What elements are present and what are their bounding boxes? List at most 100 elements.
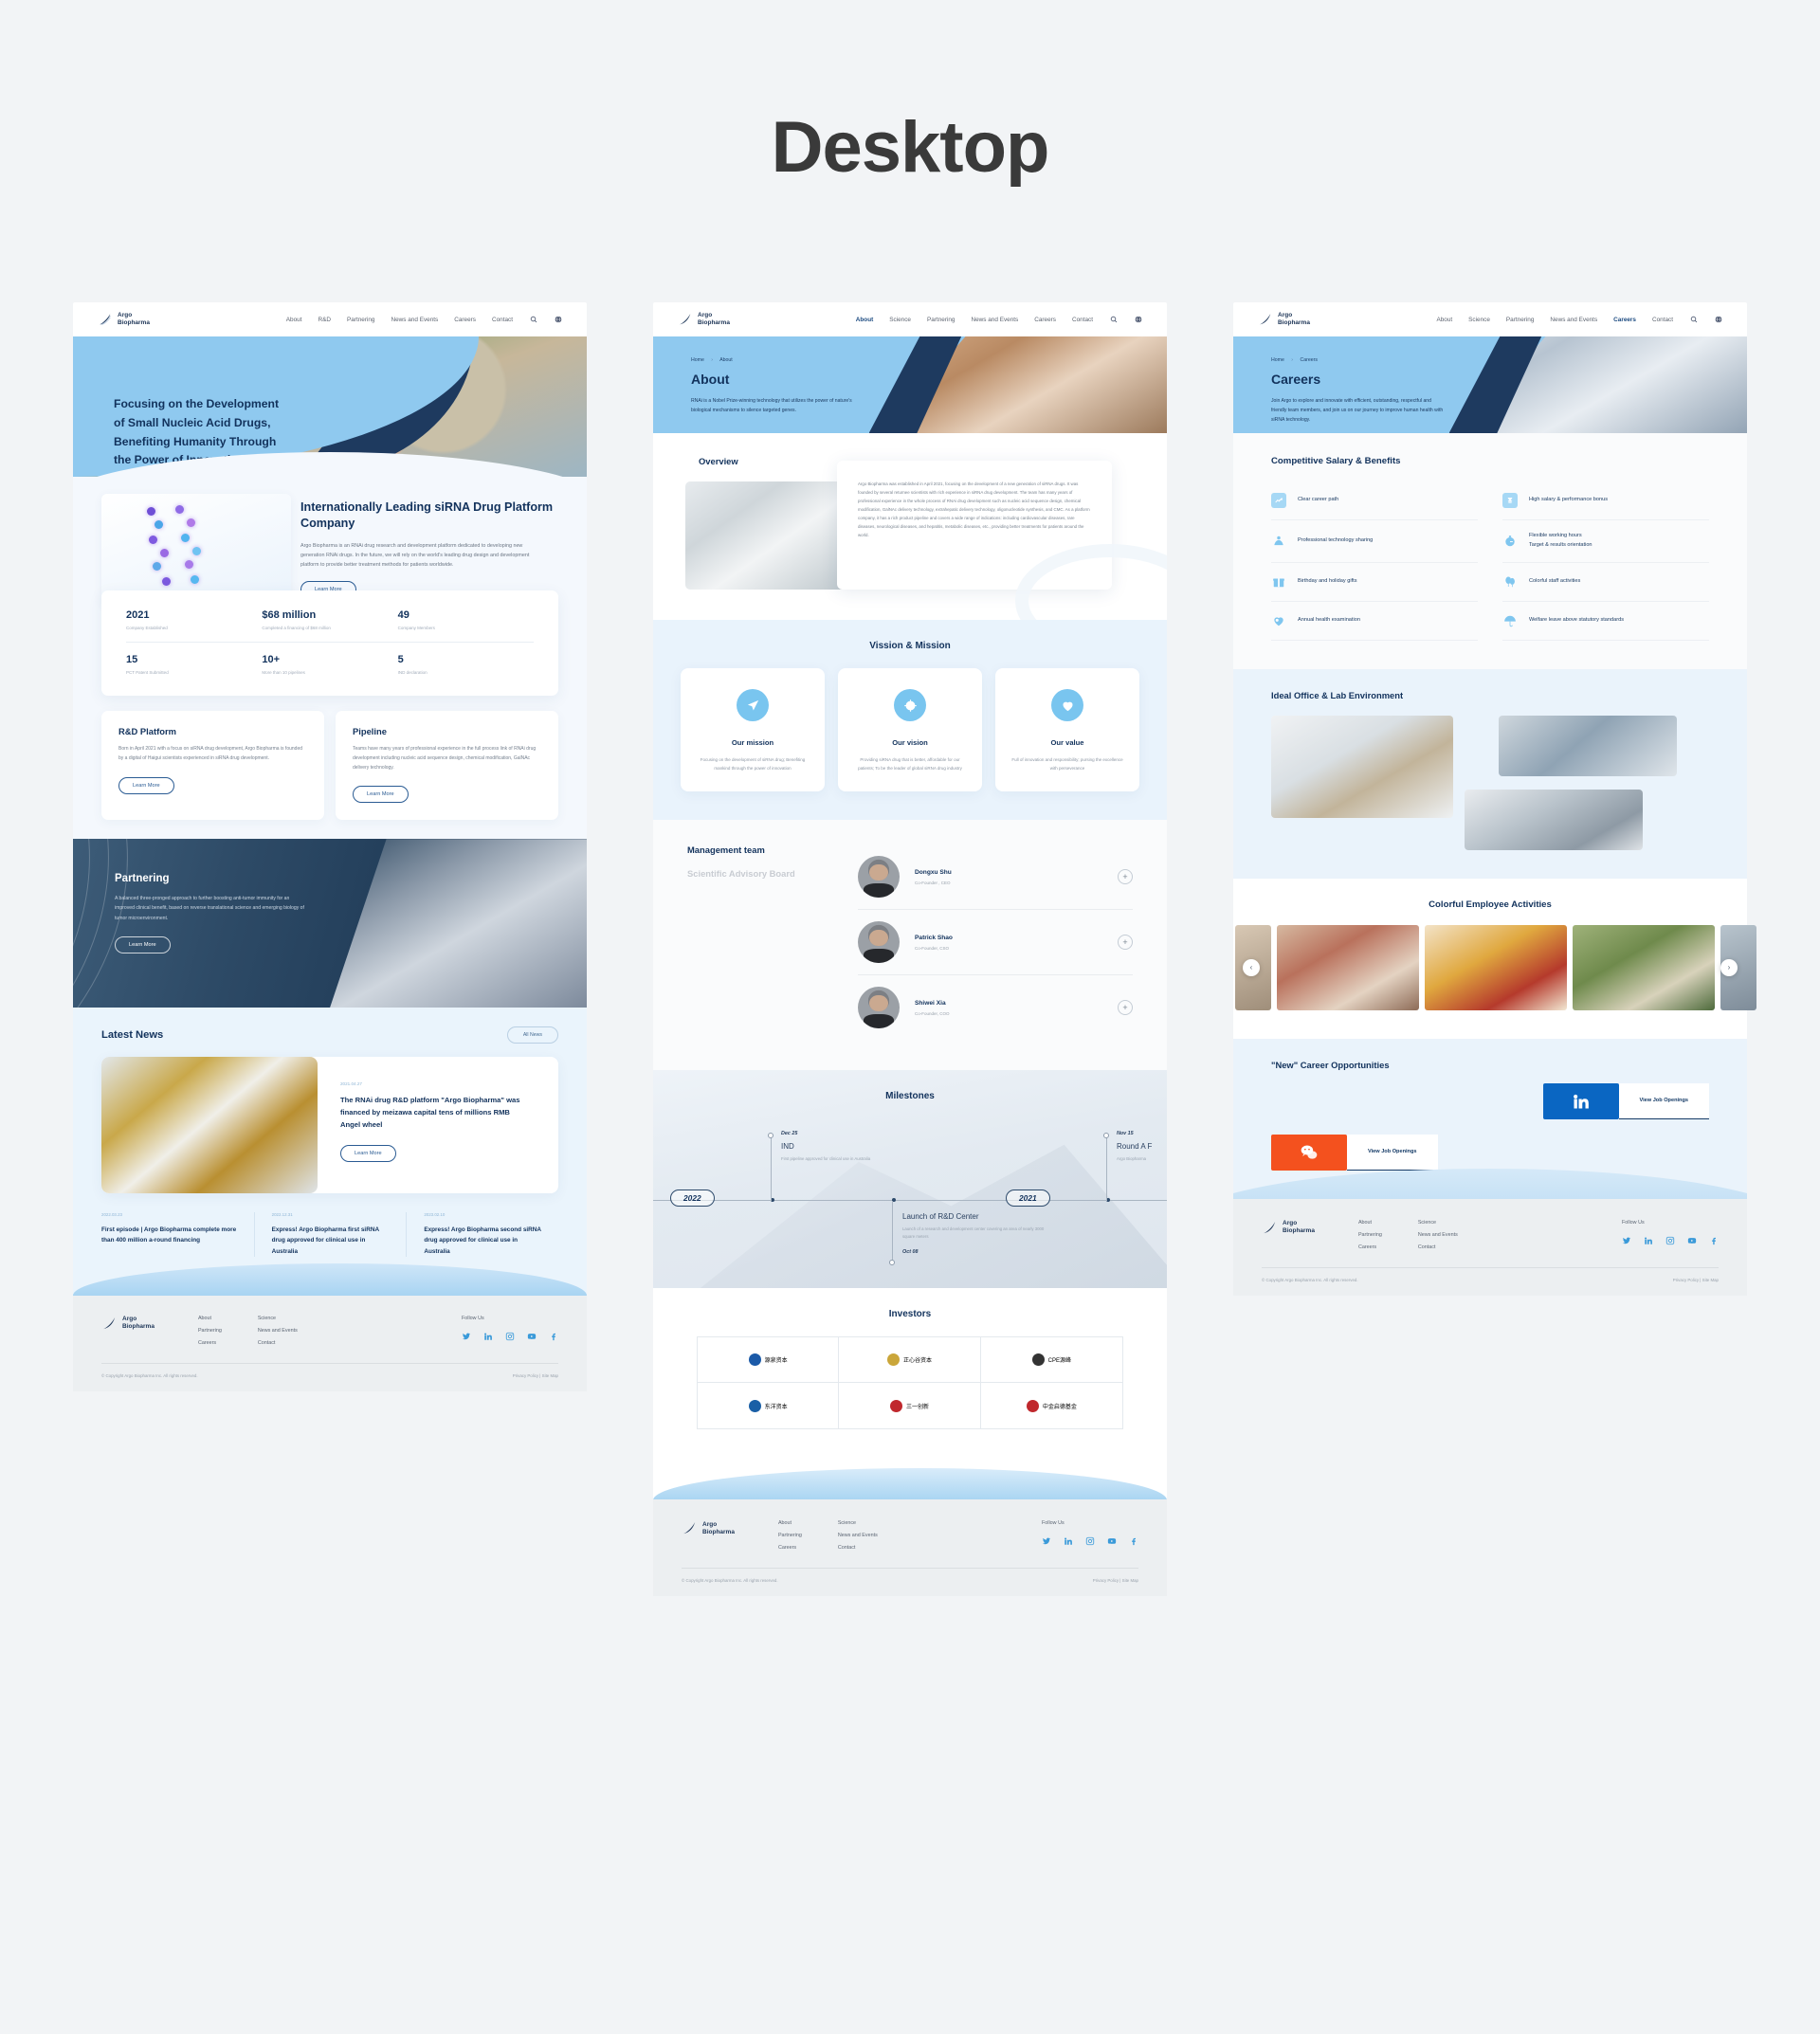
nav-item-news[interactable]: News and Events [391, 317, 439, 323]
legal-links[interactable]: Privacy Policy | Site Map [513, 1373, 558, 1378]
investor-name: 三一创新 [905, 1404, 929, 1410]
linkedin-icon[interactable] [1644, 1236, 1653, 1245]
footer-link-partnering[interactable]: Partnering [198, 1328, 222, 1334]
nav-item-partnering[interactable]: Partnering [347, 317, 375, 323]
search-icon[interactable] [1689, 316, 1698, 324]
legal-links[interactable]: Privacy Policy | Site Map [1093, 1578, 1138, 1583]
nav-item-contact[interactable]: Contact [1072, 317, 1093, 323]
footer-link-science[interactable]: Science [1418, 1220, 1458, 1226]
search-icon[interactable] [1109, 316, 1118, 324]
tab-scientific-advisory-board[interactable]: Scientific Advisory Board [687, 868, 858, 879]
balloon-icon [1502, 574, 1518, 590]
footer-link-media[interactable]: News and Events [1418, 1232, 1458, 1238]
globe-icon[interactable] [1134, 316, 1142, 324]
footer-link-about[interactable]: About [778, 1520, 802, 1526]
logo[interactable]: Argo Biopharma [98, 312, 150, 327]
linkedin-view-jobs-button[interactable]: View Job Openings [1618, 1082, 1709, 1119]
nav-item-rd[interactable]: R&D [318, 317, 332, 323]
nav-item-about[interactable]: About [856, 317, 873, 323]
footer-link-science[interactable]: Science [838, 1520, 878, 1526]
expand-member-button[interactable]: + [1118, 935, 1133, 950]
twitter-icon[interactable] [1042, 1536, 1051, 1546]
carousel-next-button[interactable]: › [1720, 958, 1738, 976]
breadcrumb-home[interactable]: Home [1271, 357, 1284, 363]
facebook-icon[interactable] [549, 1332, 558, 1341]
instagram-icon[interactable] [505, 1332, 515, 1341]
wechat-view-jobs-button[interactable]: View Job Openings [1347, 1134, 1438, 1171]
rd-learn-more-button[interactable]: Learn More [118, 776, 174, 794]
globe-icon[interactable] [1714, 316, 1722, 324]
twitter-icon[interactable] [462, 1332, 471, 1341]
facebook-icon[interactable] [1129, 1536, 1138, 1546]
featured-news-learn-more-button[interactable]: Learn More [340, 1144, 396, 1162]
logo[interactable]: Argo Biopharma [1258, 312, 1310, 327]
expand-member-button[interactable]: + [1118, 869, 1133, 884]
nav-item-careers[interactable]: Careers [1034, 317, 1056, 323]
vm-card-body: Focusing on the development of siRNA dru… [700, 757, 806, 771]
news-item[interactable]: 2023.02.10 Express! Argo Biopharma secon… [406, 1212, 558, 1257]
footer-link-news[interactable]: News and Events [258, 1328, 298, 1334]
footer-link-news[interactable]: News and Events [838, 1533, 878, 1538]
nav-item-about[interactable]: About [286, 317, 302, 323]
footer-logo[interactable]: Argo Biopharma [101, 1316, 155, 1332]
home-nav-links: About R&D Partnering News and Events Car… [286, 316, 562, 324]
footer-link-partnering[interactable]: Partnering [1358, 1232, 1382, 1238]
footer-link-careers[interactable]: Careers [198, 1340, 222, 1346]
instagram-icon[interactable] [1665, 1236, 1675, 1245]
news-item[interactable]: 2022.12.31 Express! Argo Biopharma first… [253, 1212, 407, 1257]
investor-mark-icon [748, 1353, 761, 1366]
nav-item-partnering[interactable]: Partnering [927, 317, 956, 323]
nav-item-science[interactable]: Science [1468, 317, 1490, 323]
milestone-desc: First pipeline approved for clinical use… [781, 1156, 871, 1161]
search-icon[interactable] [529, 316, 537, 324]
carousel-prev-button[interactable]: ‹ [1243, 958, 1260, 976]
partnering-learn-more-button[interactable]: Learn More [115, 935, 171, 953]
card-title: R&D Platform [118, 726, 176, 736]
globe-icon[interactable] [554, 316, 562, 324]
footer-link-about[interactable]: About [198, 1316, 222, 1321]
legal-links[interactable]: Privacy Policy | Site Map [1673, 1278, 1719, 1282]
footer-logo[interactable]: Argo Biopharma [1262, 1220, 1315, 1236]
featured-news-card[interactable]: 2021.04.27 The RNAi drug R&D platform "A… [101, 1057, 558, 1194]
team-member-row: Patrick Shao Co-Founder, CSO + [858, 910, 1133, 975]
youtube-icon[interactable] [527, 1332, 537, 1341]
logo[interactable]: Argo Biopharma [678, 312, 730, 327]
youtube-icon[interactable] [1687, 1236, 1697, 1245]
expand-member-button[interactable]: + [1118, 1000, 1133, 1015]
footer-link-partnering[interactable]: Partnering [778, 1533, 802, 1538]
avatar [858, 921, 900, 963]
office-photo-lab [1499, 715, 1677, 776]
all-news-button[interactable]: All News [506, 1026, 558, 1044]
nav-item-contact[interactable]: Contact [1652, 317, 1673, 323]
investor-name: 中金启德基金 [1042, 1404, 1077, 1410]
footer-link-careers[interactable]: Careers [1358, 1244, 1382, 1250]
news-item[interactable]: 2022.03.23 First episode | Argo Biopharm… [101, 1212, 254, 1257]
nav-item-careers[interactable]: Careers [1613, 317, 1636, 323]
linkedin-icon[interactable] [1064, 1536, 1073, 1546]
argo-logo-icon [1260, 314, 1271, 325]
tab-management-team[interactable]: Management team [687, 844, 858, 855]
youtube-icon[interactable] [1107, 1536, 1117, 1546]
footer-link-science[interactable]: Science [258, 1316, 298, 1321]
twitter-icon[interactable] [1622, 1236, 1631, 1245]
nav-item-careers[interactable]: Careers [454, 317, 476, 323]
nav-item-news[interactable]: News and Events [1550, 317, 1597, 323]
nav-item-partnering[interactable]: Partnering [1506, 317, 1535, 323]
footer-link-contact[interactable]: Contact [1418, 1244, 1458, 1250]
footer-logo[interactable]: Argo Biopharma [682, 1520, 735, 1536]
footer-link-contact[interactable]: Contact [258, 1340, 298, 1346]
nav-item-science[interactable]: Science [889, 317, 911, 323]
footer-link-careers[interactable]: Careers [778, 1545, 802, 1551]
linkedin-icon[interactable] [483, 1332, 493, 1341]
nav-item-contact[interactable]: Contact [492, 317, 513, 323]
nav-item-about[interactable]: About [1436, 317, 1452, 323]
footer-link-contact[interactable]: Contact [838, 1545, 878, 1551]
activity-photo [1277, 924, 1419, 1010]
footer-link-about[interactable]: About [1358, 1220, 1382, 1226]
facebook-icon[interactable] [1709, 1236, 1719, 1245]
instagram-icon[interactable] [1085, 1536, 1095, 1546]
nav-item-news[interactable]: News and Events [972, 317, 1019, 323]
benefit-label: High salary & performance bonus [1529, 497, 1609, 503]
pipeline-learn-more-button[interactable]: Learn More [353, 786, 409, 804]
breadcrumb-home[interactable]: Home [691, 357, 704, 363]
